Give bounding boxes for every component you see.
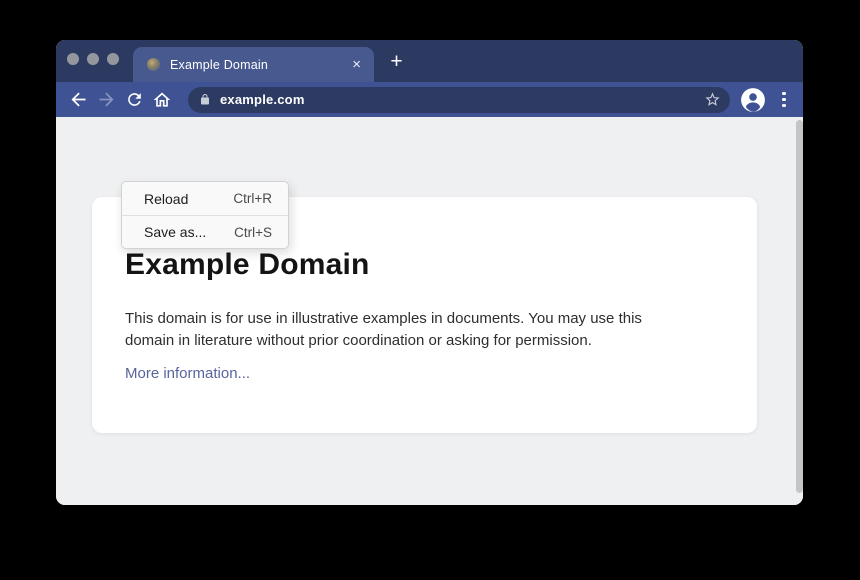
menu-item-label: Reload xyxy=(144,191,188,207)
overflow-menu-button[interactable] xyxy=(777,92,791,108)
page-viewport: Example Domain This domain is for use in… xyxy=(56,117,803,505)
menu-item-shortcut: Ctrl+R xyxy=(233,191,272,206)
lock-icon[interactable] xyxy=(199,93,211,106)
scrollbar-thumb[interactable] xyxy=(796,120,803,493)
page-paragraph: This domain is for use in illustrative e… xyxy=(125,308,642,352)
menu-item-reload[interactable]: Reload Ctrl+R xyxy=(122,182,288,215)
browser-window: Example Domain × + example.com xyxy=(56,40,803,505)
page-heading: Example Domain xyxy=(125,247,370,283)
back-arrow-icon xyxy=(68,89,89,110)
paragraph-line: domain in literature without prior coord… xyxy=(125,330,642,352)
reload-icon xyxy=(125,90,144,109)
kebab-dot xyxy=(782,98,786,102)
tab-close-icon[interactable]: × xyxy=(349,56,364,73)
home-icon xyxy=(152,90,172,110)
back-button[interactable] xyxy=(64,86,92,114)
home-button[interactable] xyxy=(148,86,176,114)
new-tab-button[interactable]: + xyxy=(383,48,410,75)
site-favicon-icon xyxy=(147,58,160,71)
kebab-dot xyxy=(782,104,786,108)
tab-title: Example Domain xyxy=(170,58,268,72)
bookmark-star-icon[interactable] xyxy=(704,91,721,108)
kebab-dot xyxy=(782,92,786,96)
traffic-light-zoom-button[interactable] xyxy=(107,53,119,65)
forward-arrow-icon xyxy=(96,89,117,110)
browser-tab[interactable]: Example Domain × xyxy=(133,47,374,82)
paragraph-line: This domain is for use in illustrative e… xyxy=(125,308,642,330)
profile-button[interactable] xyxy=(740,87,766,113)
avatar-icon xyxy=(740,87,766,113)
menu-item-save-as[interactable]: Save as... Ctrl+S xyxy=(122,215,288,248)
traffic-lights xyxy=(67,53,119,65)
context-menu: Reload Ctrl+R Save as... Ctrl+S xyxy=(121,181,289,249)
browser-toolbar: example.com xyxy=(56,82,803,117)
menu-item-label: Save as... xyxy=(144,224,206,240)
forward-button[interactable] xyxy=(92,86,120,114)
traffic-light-close-button[interactable] xyxy=(67,53,79,65)
address-bar[interactable]: example.com xyxy=(188,87,730,113)
reload-button[interactable] xyxy=(120,86,148,114)
url-text: example.com xyxy=(220,92,305,107)
traffic-light-minimize-button[interactable] xyxy=(87,53,99,65)
desktop-background: Example Domain × + example.com xyxy=(0,0,860,580)
more-information-link[interactable]: More information... xyxy=(125,365,250,382)
menu-item-shortcut: Ctrl+S xyxy=(234,225,272,240)
window-titlebar[interactable]: Example Domain × + xyxy=(56,40,803,82)
